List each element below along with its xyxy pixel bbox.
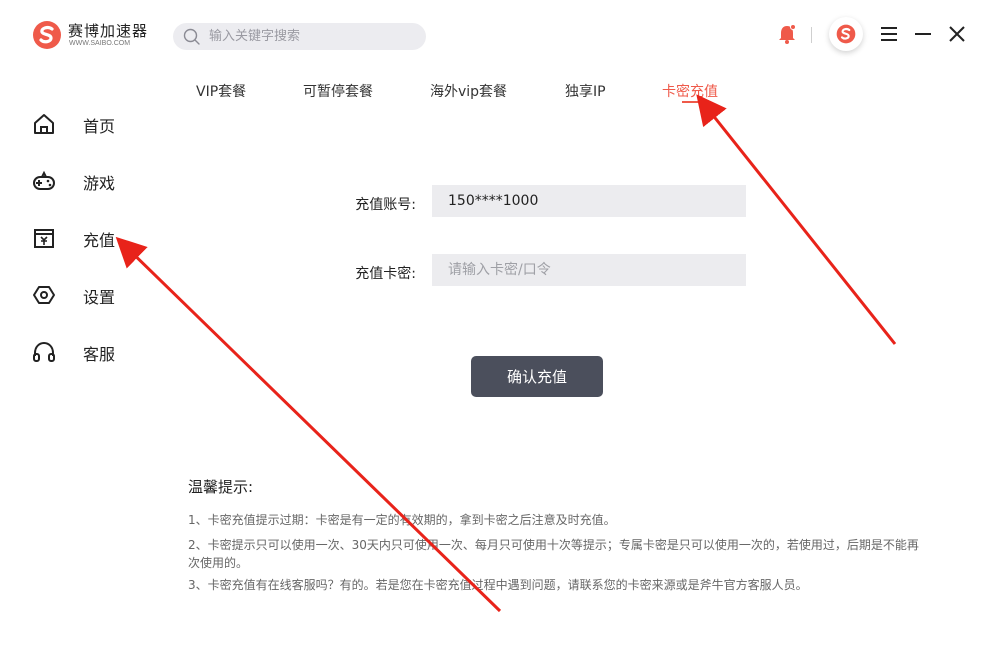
tips-title: 温馨提示: xyxy=(188,478,254,496)
minimize-icon[interactable] xyxy=(914,26,932,42)
saibo-avatar-icon xyxy=(836,24,856,44)
title-bar: 赛博加速器 WWW.SAIBO.COM xyxy=(0,0,1000,72)
search-icon[interactable] xyxy=(183,28,200,45)
sidebar-item-games[interactable]: 游戏 xyxy=(32,166,152,196)
tip-line: 1、卡密充值提示过期：卡密是有一定的有效期的，拿到卡密之后注意及时充值。 xyxy=(188,513,616,527)
recharge-icon xyxy=(34,229,54,248)
avatar[interactable] xyxy=(829,17,863,51)
tab-overseas-vip[interactable]: 海外vip套餐 xyxy=(430,81,507,101)
sidebar-item-settings[interactable]: 设置 xyxy=(32,280,152,310)
bell-icon[interactable] xyxy=(776,23,798,45)
annotation-arrow-card-tab xyxy=(696,94,897,345)
active-tab-indicator xyxy=(682,101,700,103)
sidebar-item-label: 充值 xyxy=(83,231,116,250)
sidebar-item-home[interactable]: 首页 xyxy=(32,109,152,139)
confirm-recharge-button[interactable]: 确认充值 xyxy=(471,356,603,397)
sidebar-item-label: 游戏 xyxy=(83,174,116,193)
account-field[interactable] xyxy=(432,185,746,217)
close-icon[interactable] xyxy=(948,25,966,43)
gamepad-icon xyxy=(33,170,55,190)
plan-tabs: VIP套餐 可暂停套餐 海外vip套餐 独享IP 卡密充值 xyxy=(0,78,1000,108)
sidebar-item-label: 首页 xyxy=(83,117,116,136)
headset-icon xyxy=(33,341,55,362)
divider xyxy=(811,27,812,43)
settings-icon xyxy=(33,286,55,304)
account-label: 充值账号: xyxy=(355,197,416,213)
saibo-logo-icon[interactable] xyxy=(32,20,62,50)
tab-dedicated-ip[interactable]: 独享IP xyxy=(565,81,606,101)
search-box[interactable] xyxy=(173,23,426,50)
search-input[interactable] xyxy=(209,23,414,50)
tip-line: 2、卡密提示只可以使用一次、30天内只可使用一次、每月只可使用十次等提示；专属卡… xyxy=(188,538,919,570)
sidebar-item-support[interactable]: 客服 xyxy=(32,337,152,367)
sidebar-item-label: 设置 xyxy=(83,288,116,307)
sidebar-item-recharge[interactable]: 充值 xyxy=(32,223,152,253)
tab-card-recharge[interactable]: 卡密充值 xyxy=(662,81,718,101)
menu-icon[interactable] xyxy=(880,26,898,42)
tab-pausable[interactable]: 可暂停套餐 xyxy=(303,81,373,101)
sidebar-item-label: 客服 xyxy=(83,345,116,364)
card-label: 充值卡密: xyxy=(355,266,416,282)
home-icon xyxy=(34,114,54,134)
tip-line: 3、卡密充值有在线客服吗？有的。若是您在卡密充值过程中遇到问题，请联系您的卡密来… xyxy=(188,578,808,592)
brand-subtitle: WWW.SAIBO.COM xyxy=(69,40,131,47)
brand-name: 赛博加速器 xyxy=(68,22,149,40)
tab-vip[interactable]: VIP套餐 xyxy=(196,81,246,101)
card-code-input[interactable] xyxy=(432,254,746,286)
